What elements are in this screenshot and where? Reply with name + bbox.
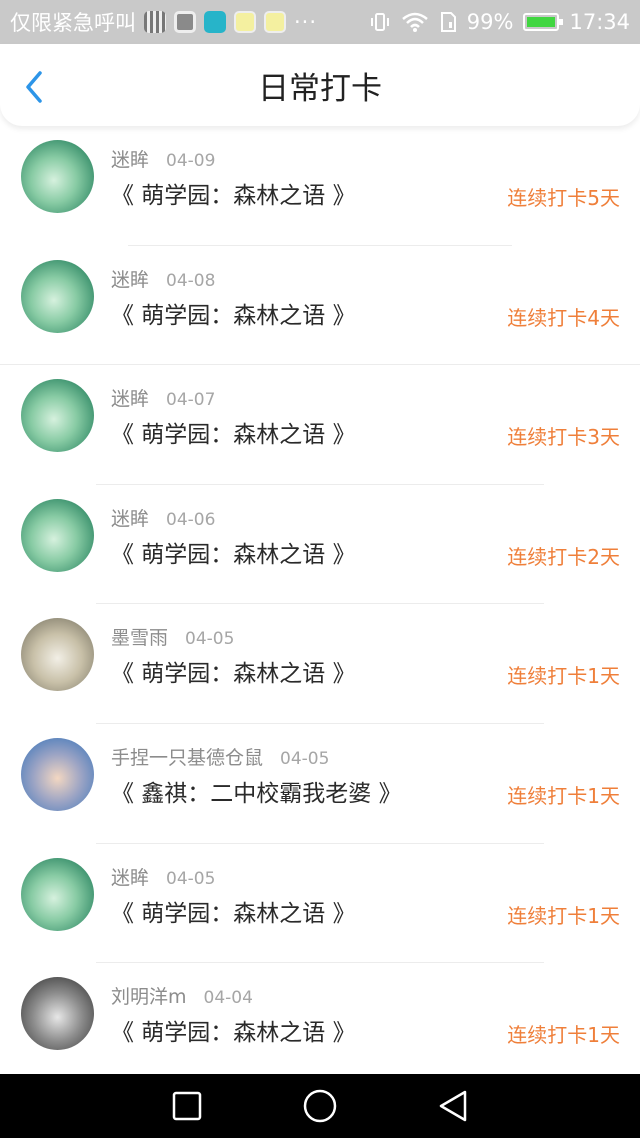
entry-meta: 迷眸 04-05 [111, 863, 215, 890]
system-nav-bar [0, 1074, 640, 1138]
list-item[interactable]: 刘明洋m 04-04 《 萌学园：森林之语 》 连续打卡1天 [0, 963, 640, 1074]
list-item[interactable]: 迷眸 04-06 《 萌学园：森林之语 》 连续打卡2天 [0, 485, 640, 605]
entry-date: 04-08 [166, 270, 216, 291]
more-notifications-icon: ··· [294, 10, 318, 34]
user-name: 迷眸 [111, 388, 150, 411]
home-button[interactable] [300, 1086, 340, 1126]
user-name: 迷眸 [111, 149, 150, 171]
book-title[interactable]: 《 萌学园：森林之语 》 [111, 176, 356, 210]
book-title[interactable]: 《 萌学园：森林之语 》 [111, 1013, 356, 1047]
entry-date: 04-05 [166, 868, 216, 889]
book-title[interactable]: 《 萌学园：森林之语 》 [111, 894, 356, 928]
entry-meta: 迷眸 04-06 [111, 504, 215, 531]
list-item[interactable]: 墨雪雨 04-05 《 萌学园：森林之语 》 连续打卡1天 [0, 604, 640, 724]
book-title[interactable]: 《 萌学园：森林之语 》 [111, 535, 356, 569]
entry-date: 04-06 [166, 509, 216, 530]
sim-icon [440, 12, 456, 32]
vibrate-icon [370, 13, 389, 31]
status-left: 仅限紧急呼叫 ··· [10, 7, 369, 37]
avatar[interactable] [21, 379, 94, 453]
bot-notification-icon [234, 11, 256, 33]
user-name: 迷眸 [111, 268, 150, 291]
home-icon [303, 1089, 337, 1123]
book-title[interactable]: 《 萌学园：森林之语 》 [111, 654, 356, 688]
list-item[interactable]: 迷眸 04-09 《 萌学园：森林之语 》 连续打卡5天 [0, 126, 640, 246]
battery-icon [523, 13, 564, 31]
entry-meta: 手捏一只基德仓鼠 04-05 [111, 743, 329, 770]
avatar[interactable] [21, 498, 94, 572]
recent-apps-icon [172, 1091, 201, 1121]
streak-label: 连续打卡3天 [507, 425, 620, 450]
header: 日常打卡 [0, 44, 640, 126]
avatar[interactable] [21, 140, 94, 213]
entry-date: 04-04 [203, 988, 253, 1009]
book-title[interactable]: 《 萌学园：森林之语 》 [111, 296, 356, 330]
app-notification-icon [144, 11, 166, 33]
list-item[interactable]: 迷眸 04-07 《 萌学园：森林之语 》 连续打卡3天 [0, 365, 640, 485]
streak-label: 连续打卡5天 [507, 186, 620, 210]
streak-label: 连续打卡4天 [507, 305, 620, 330]
user-name: 墨雪雨 [111, 627, 169, 650]
avatar[interactable] [21, 259, 94, 333]
back-button[interactable] [433, 1086, 473, 1126]
entry-date: 04-09 [166, 151, 216, 171]
entry-meta: 迷眸 04-09 [111, 145, 215, 172]
shield-notification-icon [204, 11, 226, 33]
page-title: 日常打卡 [258, 70, 382, 107]
entry-meta: 刘明洋m 04-04 [111, 982, 253, 1009]
back-triangle-icon [440, 1090, 467, 1122]
entry-date: 04-05 [280, 748, 330, 769]
list-item[interactable]: 迷眸 04-08 《 萌学园：森林之语 》 连续打卡4天 [0, 246, 640, 366]
checkin-list: 迷眸 04-09 《 萌学园：森林之语 》 连续打卡5天 迷眸 04-08 《 … [0, 126, 640, 1074]
avatar[interactable] [21, 977, 94, 1051]
list-item[interactable]: 手捏一只基德仓鼠 04-05 《 鑫祺：二中校霸我老婆 》 连续打卡1天 [0, 724, 640, 844]
avatar[interactable] [21, 857, 94, 931]
streak-label: 连续打卡1天 [507, 664, 620, 689]
book-title[interactable]: 《 萌学园：森林之语 》 [111, 415, 356, 449]
entry-meta: 迷眸 04-08 [111, 265, 215, 292]
chevron-left-icon[interactable] [20, 70, 50, 104]
status-bar: 仅限紧急呼叫 ··· 99% 17:34 [0, 0, 640, 44]
streak-label: 连续打卡1天 [507, 783, 620, 808]
entry-date: 04-07 [166, 390, 216, 411]
battery-percent: 99% [466, 10, 514, 34]
entry-date: 04-05 [185, 629, 235, 650]
gallery-notification-icon [174, 11, 196, 33]
wifi-icon [401, 12, 428, 32]
streak-label: 连续打卡1天 [507, 1023, 620, 1048]
streak-label: 连续打卡2天 [507, 544, 620, 569]
user-name: 迷眸 [111, 866, 150, 889]
streak-label: 连续打卡1天 [507, 903, 620, 928]
entry-meta: 墨雪雨 04-05 [111, 623, 234, 650]
bot-notification-icon-2 [264, 11, 286, 33]
clock: 17:34 [569, 10, 630, 34]
user-name: 迷眸 [111, 507, 150, 530]
list-item[interactable]: 迷眸 04-05 《 萌学园：森林之语 》 连续打卡1天 [0, 844, 640, 964]
carrier-text: 仅限紧急呼叫 [10, 11, 136, 35]
user-name: 手捏一只基德仓鼠 [111, 746, 264, 769]
status-right: 99% 17:34 [369, 10, 630, 34]
entry-meta: 迷眸 04-07 [111, 384, 215, 411]
recent-apps-button[interactable] [167, 1086, 207, 1126]
avatar[interactable] [21, 618, 94, 692]
user-name: 刘明洋m [111, 986, 187, 1009]
book-title[interactable]: 《 鑫祺：二中校霸我老婆 》 [111, 774, 402, 808]
avatar[interactable] [21, 737, 94, 811]
